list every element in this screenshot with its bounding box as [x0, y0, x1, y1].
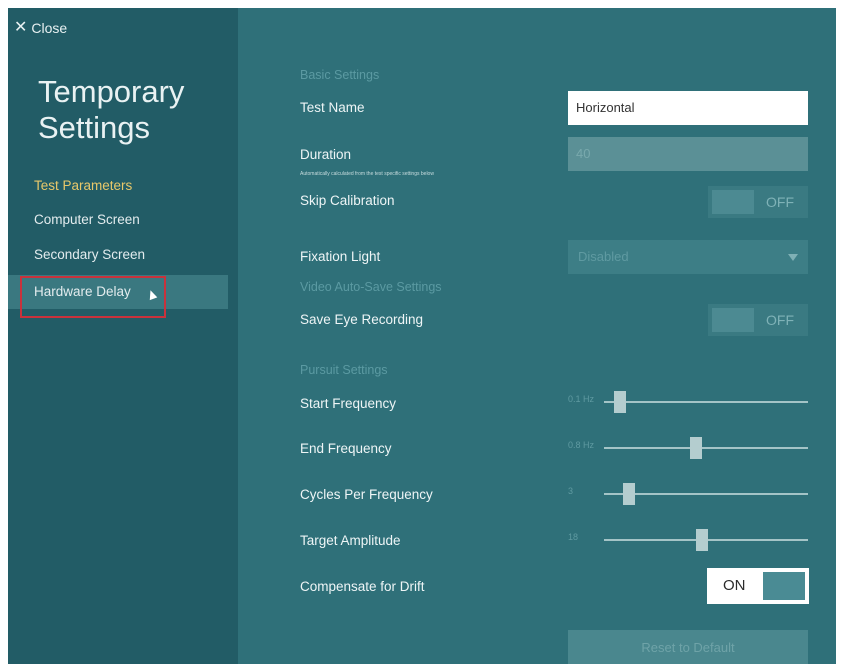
- sidebar: ✕ Close Temporary Settings Test Paramete…: [8, 8, 238, 664]
- skip-calibration-label: Skip Calibration: [300, 193, 395, 208]
- start-frequency-slider[interactable]: 0.1 Hz: [568, 390, 808, 414]
- slider-thumb[interactable]: [690, 437, 703, 459]
- toggle-knob: [763, 572, 805, 600]
- duration-label: Duration: [300, 147, 352, 162]
- test-name-input[interactable]: [568, 91, 808, 125]
- slider-track: [604, 447, 808, 449]
- page-title: Temporary Settings: [38, 74, 184, 146]
- toggle-knob: [712, 190, 754, 214]
- fixation-light-select[interactable]: Disabled: [568, 240, 808, 274]
- page-title-line1: Temporary: [38, 74, 185, 109]
- toggle-knob: [712, 308, 754, 332]
- target-amplitude-slider[interactable]: 18: [568, 528, 808, 552]
- fixation-light-value: Disabled: [578, 249, 629, 264]
- sidebar-item-computer-screen[interactable]: Computer Screen: [8, 204, 228, 236]
- sidebar-item-hardware-delay[interactable]: Hardware Delay: [8, 275, 228, 309]
- compensate-drift-label: Compensate for Drift: [300, 579, 425, 594]
- end-frequency-slider[interactable]: 0.8 Hz: [568, 436, 808, 460]
- test-name-label: Test Name: [300, 100, 365, 115]
- start-frequency-value: 0.1 Hz: [568, 394, 595, 404]
- slider-thumb[interactable]: [696, 529, 709, 551]
- settings-panel: Basic Settings Test Name Duration Automa…: [238, 8, 836, 664]
- reset-to-default-button[interactable]: Reset to Default: [568, 630, 808, 664]
- slider-track: [604, 401, 808, 403]
- cycles-per-frequency-label: Cycles Per Frequency: [300, 487, 433, 502]
- skip-calibration-toggle[interactable]: OFF: [708, 186, 808, 218]
- save-eye-recording-label: Save Eye Recording: [300, 312, 424, 327]
- skip-calibration-state: OFF: [766, 194, 794, 210]
- section-pursuit-settings: Pursuit Settings: [300, 363, 388, 377]
- fixation-light-label: Fixation Light: [300, 249, 381, 264]
- slider-thumb[interactable]: [613, 391, 626, 413]
- settings-window: ✕ Close Temporary Settings Test Paramete…: [8, 8, 836, 664]
- section-video-auto-save: Video Auto-Save Settings: [300, 280, 442, 294]
- save-eye-recording-toggle[interactable]: OFF: [708, 304, 808, 336]
- start-frequency-label: Start Frequency: [300, 396, 397, 411]
- sidebar-item-test-parameters[interactable]: Test Parameters: [8, 170, 228, 202]
- target-amplitude-value: 18: [568, 532, 579, 542]
- duration-note: Automatically calculated from the test s…: [300, 171, 434, 177]
- section-basic-settings: Basic Settings: [300, 68, 380, 82]
- slider-thumb[interactable]: [623, 483, 636, 505]
- save-eye-recording-state: OFF: [766, 312, 794, 328]
- cycles-per-frequency-value: 3: [568, 486, 574, 496]
- duration-input: [568, 137, 808, 171]
- close-button[interactable]: ✕ Close: [14, 19, 68, 37]
- chevron-down-icon: [788, 254, 798, 261]
- compensate-drift-state: ON: [723, 577, 746, 594]
- end-frequency-label: End Frequency: [300, 441, 392, 456]
- end-frequency-value: 0.8 Hz: [568, 440, 595, 450]
- target-amplitude-label: Target Amplitude: [300, 533, 401, 548]
- close-label: Close: [31, 20, 68, 36]
- close-icon: ✕: [14, 19, 28, 36]
- page-title-line2: Settings: [38, 110, 151, 145]
- cycles-per-frequency-slider[interactable]: 3: [568, 482, 808, 506]
- sidebar-item-secondary-screen[interactable]: Secondary Screen: [8, 239, 228, 271]
- compensate-drift-toggle[interactable]: ON: [707, 568, 809, 604]
